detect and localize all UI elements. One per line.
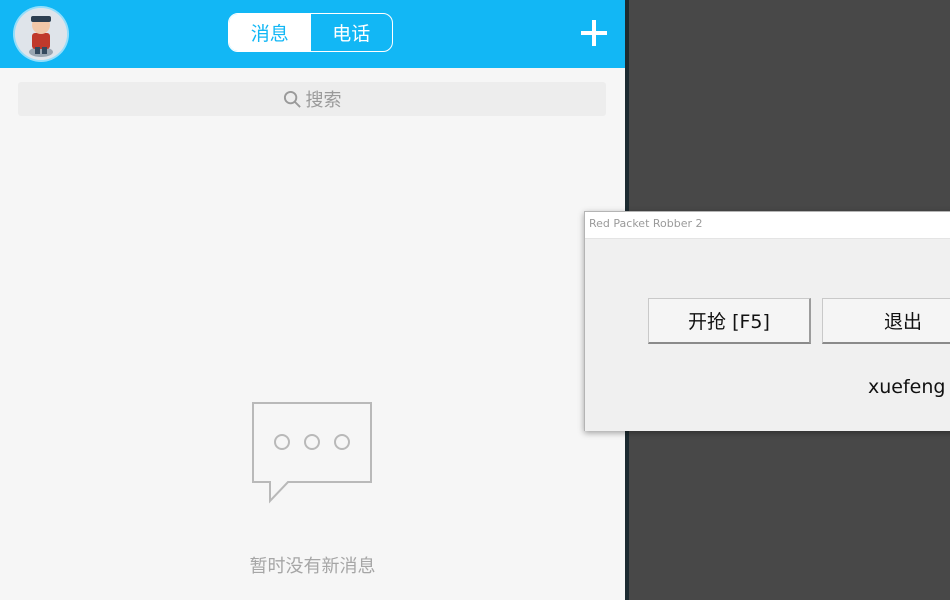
- message-call-tabs: 消息 电话: [228, 13, 393, 52]
- add-button[interactable]: [578, 17, 610, 49]
- plus-icon: [581, 20, 607, 46]
- search-icon: [283, 90, 301, 108]
- empty-state-text: 暂时没有新消息: [249, 556, 376, 577]
- tab-messages[interactable]: 消息: [229, 14, 311, 51]
- search-placeholder: 搜索: [305, 90, 342, 111]
- window-titlebar[interactable]: Red Packet Robber 2: [585, 212, 950, 239]
- author-label: xuefeng: [868, 376, 946, 398]
- messenger-header: 消息 电话: [0, 0, 625, 68]
- exit-button[interactable]: 退出: [822, 298, 950, 344]
- tab-calls[interactable]: 电话: [311, 14, 393, 51]
- user-avatar-icon: [15, 8, 67, 60]
- start-grab-button[interactable]: 开抢 [F5]: [648, 298, 811, 344]
- chat-bubble-icon: [252, 402, 372, 504]
- user-avatar[interactable]: [15, 8, 67, 60]
- messenger-panel: 消息 电话 搜索 暂时没有新消息: [0, 0, 625, 600]
- search-input[interactable]: 搜索: [18, 82, 606, 116]
- window-title: Red Packet Robber 2: [589, 217, 703, 230]
- red-packet-robber-window: Red Packet Robber 2 开抢 [F5] 退出 xuefeng: [584, 211, 950, 431]
- window-content: 开抢 [F5] 退出 xuefeng: [585, 239, 950, 431]
